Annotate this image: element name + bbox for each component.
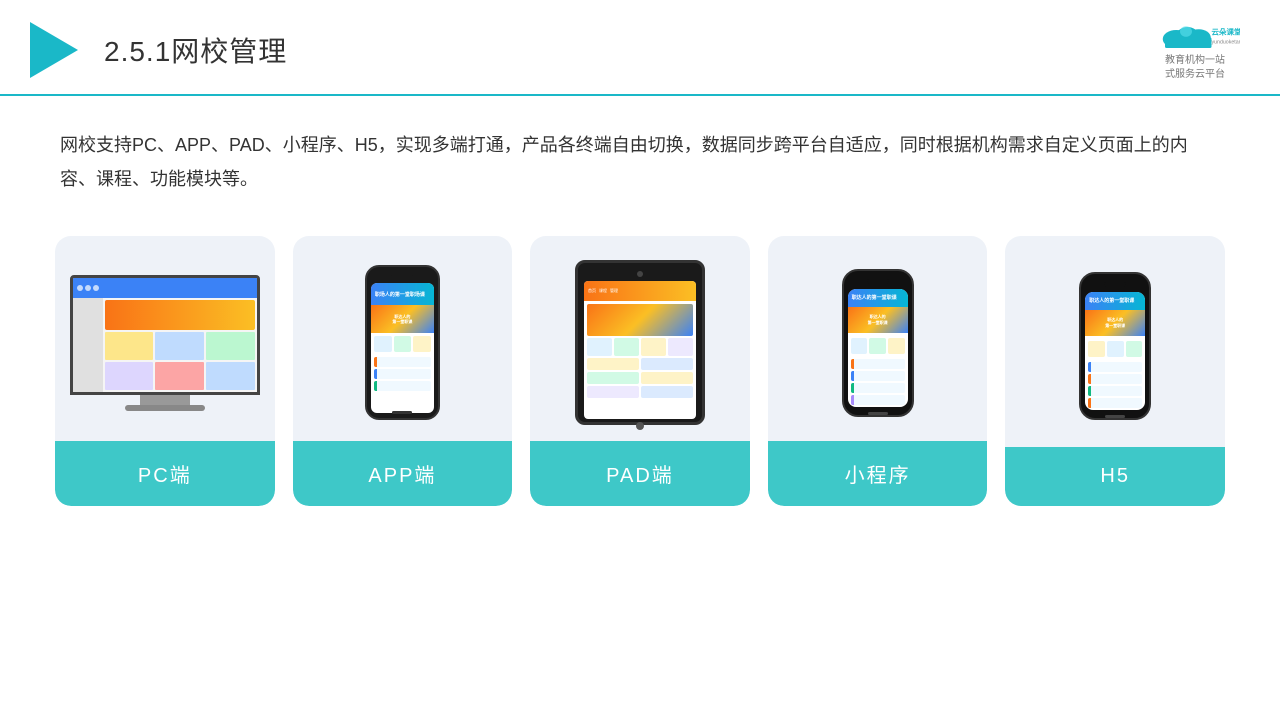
miniprogram-label: 小程序 — [768, 441, 988, 506]
card-app: 职场人的第一堂职场课 职达人的第一堂职课 — [293, 236, 513, 506]
card-pc: PC端 — [55, 236, 275, 506]
h5-mockup: 职达人的第一堂职课 职达人的第一堂职课 — [1079, 272, 1151, 420]
cards-container: PC端 职场人的第一堂职场课 职达人的第一堂职课 — [0, 216, 1280, 506]
miniprogram-image-area: 职达人的第一堂职课 职达人的第一堂职课 — [768, 236, 988, 441]
pad-image-area: 首页 课程 管理 — [530, 236, 750, 441]
card-miniprogram: 职达人的第一堂职课 职达人的第一堂职课 — [768, 236, 988, 506]
h5-label: H5 — [1005, 447, 1225, 506]
card-pad: 首页 课程 管理 — [530, 236, 750, 506]
pad-label: PAD端 — [530, 441, 750, 506]
miniprogram-mockup: 职达人的第一堂职课 职达人的第一堂职课 — [842, 269, 914, 417]
app-mockup: 职场人的第一堂职场课 职达人的第一堂职课 — [365, 265, 440, 420]
brand-logo: 云朵课堂 yunduoketang.com 教育机构一站 式服务云平台 — [1150, 18, 1240, 82]
pc-image-area — [55, 236, 275, 441]
description-text: 网校支持PC、APP、PAD、小程序、H5，实现多端打通，产品各终端自由切换，数… — [0, 96, 1280, 216]
header: 2.5.1网校管理 云朵课堂 yunduoketang.com 教育机构一站 式… — [0, 0, 1280, 96]
pad-mockup: 首页 课程 管理 — [575, 260, 705, 425]
svg-text:云朵课堂: 云朵课堂 — [1212, 27, 1241, 37]
h5-image-area: 职达人的第一堂职课 职达人的第一堂职课 — [1005, 236, 1225, 447]
cloud-logo-svg: 云朵课堂 yunduoketang.com — [1150, 18, 1240, 52]
app-image-area: 职场人的第一堂职场课 职达人的第一堂职课 — [293, 236, 513, 441]
svg-text:yunduoketang.com: yunduoketang.com — [1212, 40, 1241, 46]
app-label: APP端 — [293, 441, 513, 506]
card-h5: 职达人的第一堂职课 职达人的第一堂职课 — [1005, 236, 1225, 506]
pc-mockup — [70, 275, 260, 411]
pc-label: PC端 — [55, 441, 275, 506]
logo-tagline: 教育机构一站 式服务云平台 — [1165, 54, 1225, 82]
page-title: 2.5.1网校管理 — [104, 30, 287, 70]
header-left: 2.5.1网校管理 — [30, 22, 287, 78]
play-icon — [30, 22, 78, 78]
